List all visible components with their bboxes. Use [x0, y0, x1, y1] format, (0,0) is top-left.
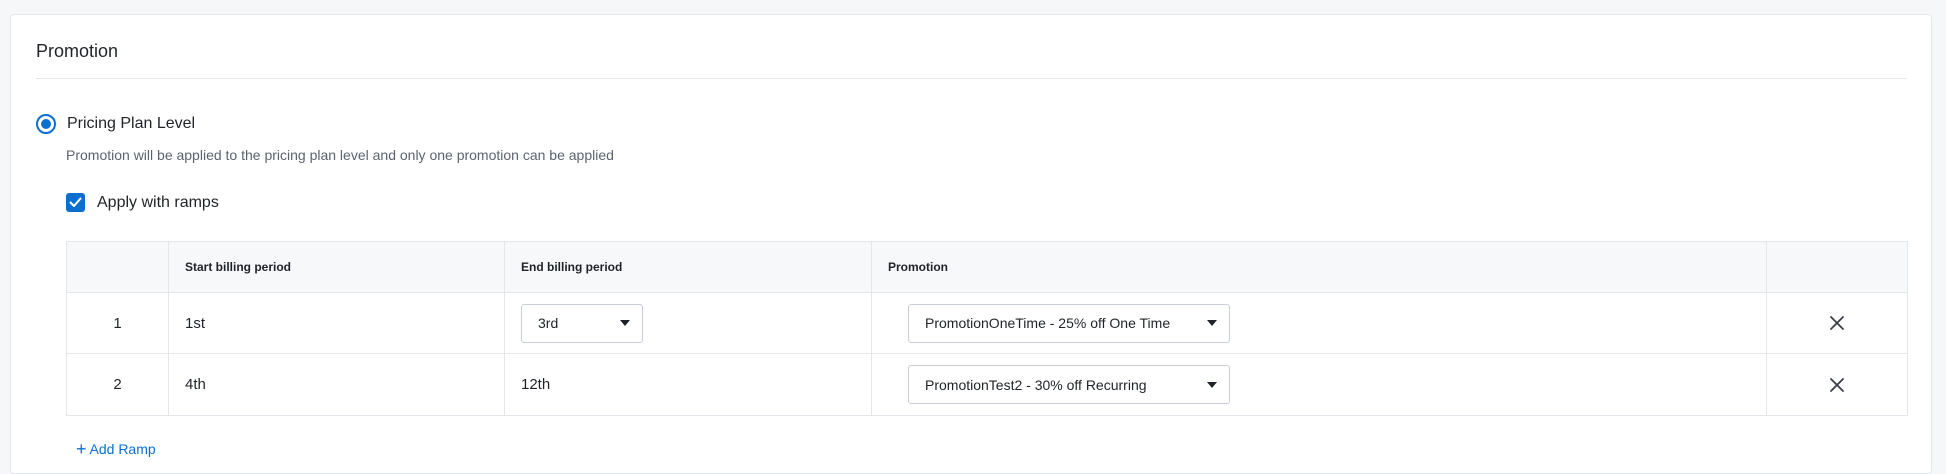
promotion-cell: PromotionOneTime - 25% off One Time — [872, 293, 1767, 353]
actions-cell — [1767, 293, 1907, 353]
header-index — [67, 242, 169, 292]
promotion-card: Promotion Pricing Plan Level Promotion w… — [10, 14, 1932, 474]
chevron-down-icon — [620, 320, 630, 326]
actions-cell — [1767, 354, 1907, 415]
apply-with-ramps-label: Apply with ramps — [97, 193, 219, 211]
row-index: 1 — [67, 293, 169, 353]
pricing-plan-level-radio[interactable] — [36, 114, 56, 134]
pricing-plan-level-description: Promotion will be applied to the pricing… — [66, 147, 614, 163]
checkmark-icon — [69, 197, 82, 207]
remove-ramp-button[interactable] — [1825, 311, 1849, 335]
table-row: 1 1st 3rd PromotionOneTime - 25% off One… — [67, 293, 1907, 354]
apply-with-ramps-option[interactable]: Apply with ramps — [66, 193, 219, 212]
chevron-down-icon — [1207, 320, 1217, 326]
close-icon — [1830, 377, 1844, 392]
title-divider — [36, 78, 1906, 79]
pricing-plan-level-label: Pricing Plan Level — [67, 115, 196, 132]
promotion-select[interactable]: PromotionTest2 - 30% off Recurring — [908, 365, 1230, 404]
remove-ramp-button[interactable] — [1825, 373, 1849, 397]
promotion-value: PromotionTest2 - 30% off Recurring — [925, 376, 1147, 393]
header-start-billing-period: Start billing period — [169, 242, 505, 292]
end-billing-period-select[interactable]: 3rd — [521, 303, 643, 343]
apply-with-ramps-checkbox[interactable] — [66, 193, 85, 212]
promotion-value: PromotionOneTime - 25% off One Time — [925, 315, 1171, 331]
section-title: Promotion — [36, 41, 119, 61]
start-billing-period: 1st — [169, 293, 505, 353]
table-row: 2 4th 12th PromotionTest2 - 30% off Recu… — [67, 354, 1907, 415]
pricing-plan-level-option[interactable]: Pricing Plan Level — [36, 114, 195, 134]
start-billing-period: 4th — [169, 354, 505, 415]
plus-icon: + — [76, 439, 87, 459]
header-end-billing-period: End billing period — [505, 242, 872, 292]
promotion-cell: PromotionTest2 - 30% off Recurring — [872, 354, 1767, 415]
header-actions — [1767, 242, 1907, 292]
end-billing-period-cell: 3rd — [505, 293, 872, 353]
row-index: 2 — [67, 354, 169, 415]
radio-selected-dot — [41, 119, 51, 129]
table-header-row: Start billing period End billing period … — [67, 242, 1907, 293]
end-billing-period: 12th — [505, 354, 872, 415]
close-icon — [1830, 316, 1844, 330]
end-billing-period-value: 3rd — [538, 315, 559, 331]
header-promotion: Promotion — [872, 242, 1767, 292]
add-ramp-button[interactable]: + Add Ramp — [76, 439, 156, 459]
ramps-table: Start billing period End billing period … — [66, 241, 1908, 416]
add-ramp-label: Add Ramp — [89, 441, 156, 457]
promotion-select[interactable]: PromotionOneTime - 25% off One Time — [908, 303, 1230, 343]
chevron-down-icon — [1207, 381, 1217, 388]
